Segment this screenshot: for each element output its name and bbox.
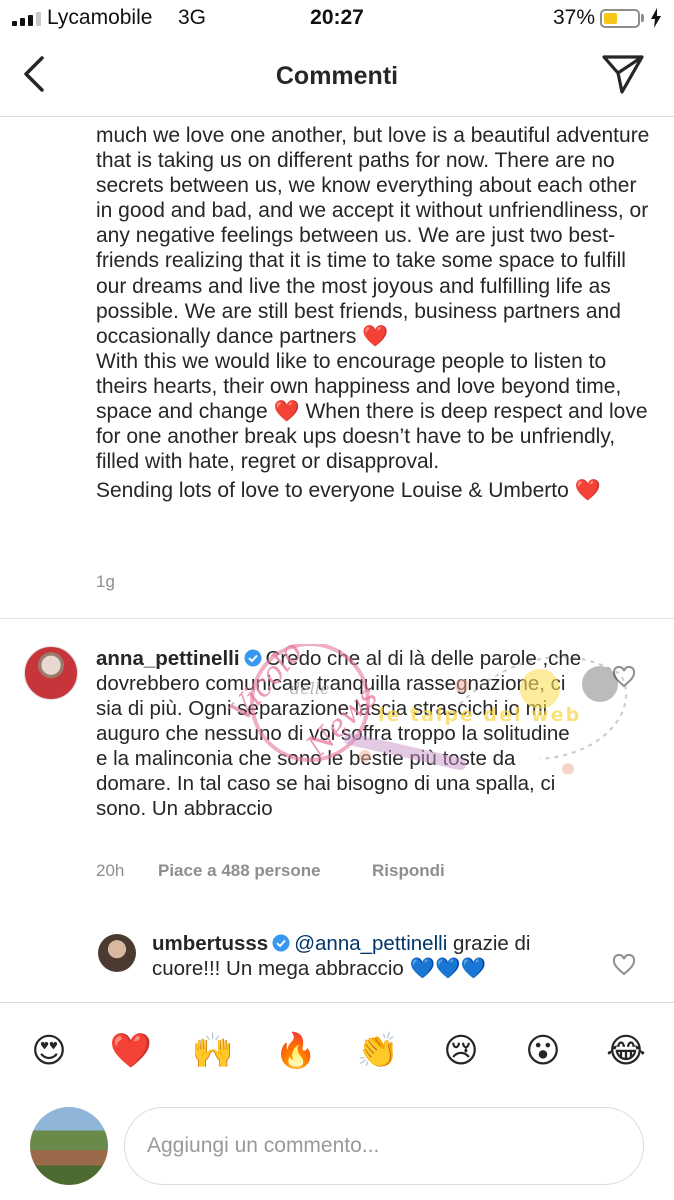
mention-link[interactable]: @anna_pettinelli — [294, 932, 447, 955]
verified-badge-icon — [272, 934, 290, 952]
caption-paragraph: With this we would like to encourage peo… — [96, 349, 648, 474]
header: Commenti — [0, 36, 674, 117]
post-caption: much we love one another, but love is a … — [96, 116, 656, 503]
emoji-heart-eyes[interactable]: 😍 — [27, 1029, 71, 1073]
comment-username[interactable]: umbertusss — [152, 932, 268, 955]
divider — [0, 618, 674, 619]
page-title: Commenti — [275, 62, 399, 90]
avatar[interactable] — [24, 646, 78, 700]
comment-timestamp: 20h — [96, 861, 125, 880]
emoji-red-heart[interactable]: ❤️ — [109, 1029, 153, 1073]
caption-timestamp: 1g — [96, 572, 115, 591]
comments-list[interactable]: much we love one another, but love is a … — [0, 116, 674, 1002]
emoji-surprised[interactable]: 😮 — [521, 1029, 565, 1073]
comment-reply: umbertusss @anna_pettinelli grazie di cuo… — [152, 931, 592, 981]
likes-count-link[interactable]: Piace a 488 persone — [158, 861, 321, 881]
my-avatar — [30, 1107, 108, 1185]
battery-icon — [600, 9, 640, 28]
emoji-bar: 😍 ❤️ 🙌 🔥 👏 😢 😮 😂 — [0, 1002, 674, 1101]
comment-text: Credo che al di là delle parole ,che dov… — [96, 647, 582, 820]
comment-input[interactable] — [124, 1107, 644, 1185]
paper-plane-icon[interactable] — [600, 52, 646, 96]
verified-badge-icon — [244, 649, 262, 667]
emoji-clapping[interactable]: 👏 — [356, 1029, 400, 1073]
caption-paragraph: much we love one another, but love is a … — [96, 124, 650, 348]
emoji-fire[interactable]: 🔥 — [274, 1029, 318, 1073]
comment-username[interactable]: anna_pettinelli — [96, 647, 240, 670]
emoji-laughing[interactable]: 😂 — [604, 1029, 648, 1073]
emoji-crying[interactable]: 😢 — [439, 1029, 483, 1073]
heart-outline-icon[interactable] — [612, 954, 636, 976]
avatar[interactable] — [98, 934, 136, 972]
emoji-raised-hands[interactable]: 🙌 — [191, 1029, 235, 1073]
caption-paragraph: Sending lots of love to everyone Louise … — [96, 479, 601, 503]
battery-percent: 37% — [553, 6, 596, 29]
status-bar: Lycamobile 3G 20:27 37% — [0, 0, 674, 36]
battery-tip — [641, 14, 644, 22]
heart-outline-icon[interactable] — [612, 666, 636, 688]
charging-bolt-icon — [651, 8, 661, 28]
comment: anna_pettinelli Credo che al di là delle … — [96, 646, 586, 821]
reply-link[interactable]: Rispondi — [372, 861, 445, 881]
comment-composer — [0, 1100, 674, 1200]
battery-level-fill — [604, 13, 617, 24]
